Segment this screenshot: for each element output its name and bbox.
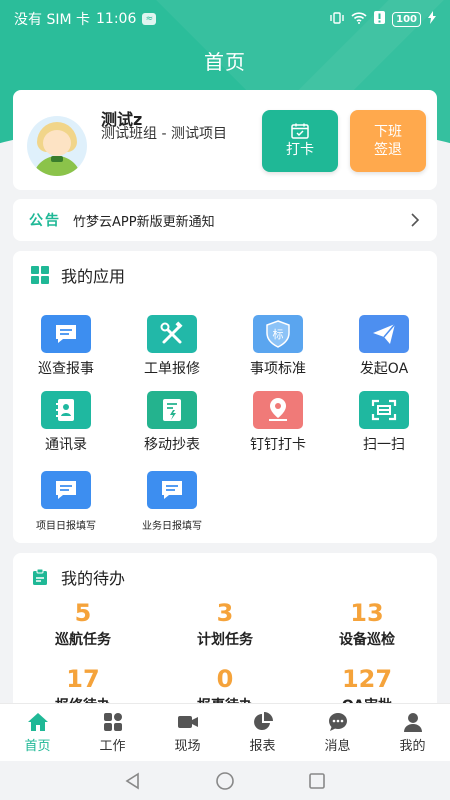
todo-equipment-inspection[interactable]: 13 设备巡检 [297, 599, 437, 649]
app-scan[interactable]: 扫一扫 [329, 391, 439, 454]
app-work-order[interactable]: 工单报修 [117, 315, 227, 378]
tab-reports[interactable]: 报表 [225, 704, 300, 761]
app-start-oa[interactable]: 发起OA [329, 315, 439, 378]
tab-home[interactable]: 首页 [0, 704, 75, 761]
clock-time: 11:06 [96, 11, 137, 27]
app-standards[interactable]: 标 事项标准 [223, 315, 333, 378]
alert-icon [374, 11, 386, 27]
video-icon [177, 716, 198, 728]
tab-messages[interactable]: 消息 [300, 704, 375, 761]
status-bar: 没有 SIM 卡 11:06 ≈ 100 [0, 0, 450, 38]
svg-text:标: 标 [273, 327, 284, 341]
notice-tag: 公告 [29, 213, 61, 229]
paper-plane-icon [359, 315, 409, 353]
app-patrol-report[interactable]: 巡查报事 [11, 315, 121, 378]
app-dingtalk-clockin[interactable]: 钉钉打卡 [223, 391, 333, 454]
user-department: 测试班组 - 测试项目 [101, 126, 227, 142]
my-apps-card: 我的应用 巡查报事 工单报修 标 事项标准 发起OA 通讯录 移动抄表 钉钉打卡… [13, 251, 437, 543]
home-icon [27, 713, 48, 731]
back-icon[interactable] [123, 771, 143, 791]
notice-bar[interactable]: 公告 竹梦云APP新版更新通知 [13, 199, 437, 241]
todo-cruise-tasks[interactable]: 5 巡航任务 [13, 599, 153, 649]
page-title: 首页 [204, 50, 246, 74]
recents-icon[interactable] [307, 771, 327, 791]
app-business-daily[interactable]: 业务日报填写 [117, 471, 227, 532]
battery-indicator: 100 [392, 11, 421, 27]
notification-icon: ≈ [142, 13, 157, 25]
chat-icon [41, 315, 91, 353]
sim-status: 没有 SIM 卡 [14, 12, 90, 28]
scan-icon [359, 391, 409, 429]
calendar-check-icon [291, 123, 309, 139]
system-navigation-bar [0, 762, 450, 800]
charging-icon [428, 11, 436, 27]
tools-icon [147, 315, 197, 353]
chat-icon [147, 471, 197, 509]
chat-icon [41, 471, 91, 509]
wifi-icon [351, 11, 367, 27]
home-button-icon[interactable] [215, 771, 235, 791]
app-meter-reading[interactable]: 移动抄表 [117, 391, 227, 454]
user-icon [403, 713, 422, 732]
tab-profile[interactable]: 我的 [375, 704, 450, 761]
work-grid-icon [103, 713, 122, 731]
my-todo-card: 我的待办 5 巡航任务 3 计划任务 13 设备巡检 17 报修待办 0 报事待… [13, 553, 437, 713]
message-icon [328, 713, 347, 731]
location-icon [253, 391, 303, 429]
chevron-right-icon [411, 213, 420, 227]
app-project-daily[interactable]: 项目日报填写 [11, 471, 121, 532]
avatar[interactable] [27, 116, 87, 176]
bottom-tab-bar: 首页 工作 现场 报表 消息 我的 [0, 703, 450, 761]
clock-out-button[interactable]: 下班 签退 [350, 110, 426, 172]
todo-title: 我的待办 [61, 569, 126, 588]
pie-chart-icon [253, 712, 273, 730]
vibrate-icon [330, 11, 344, 27]
clock-out-label-line2: 签退 [374, 142, 402, 158]
standard-icon: 标 [253, 315, 303, 353]
profile-card: 测试z 测试班组 - 测试项目 打卡 下班 签退 [13, 90, 437, 190]
clock-in-label: 打卡 [286, 142, 314, 158]
clock-in-button[interactable]: 打卡 [262, 110, 338, 172]
tab-work[interactable]: 工作 [75, 704, 150, 761]
meter-icon [147, 391, 197, 429]
app-contacts[interactable]: 通讯录 [11, 391, 121, 454]
notice-text: 竹梦云APP新版更新通知 [73, 214, 215, 230]
todo-plan-tasks[interactable]: 3 计划任务 [155, 599, 295, 649]
clock-out-label-line1: 下班 [374, 124, 402, 140]
address-book-icon [41, 391, 91, 429]
clipboard-icon [33, 568, 47, 585]
tab-site[interactable]: 现场 [150, 704, 225, 761]
grid-icon [31, 266, 49, 284]
apps-title: 我的应用 [61, 267, 126, 286]
